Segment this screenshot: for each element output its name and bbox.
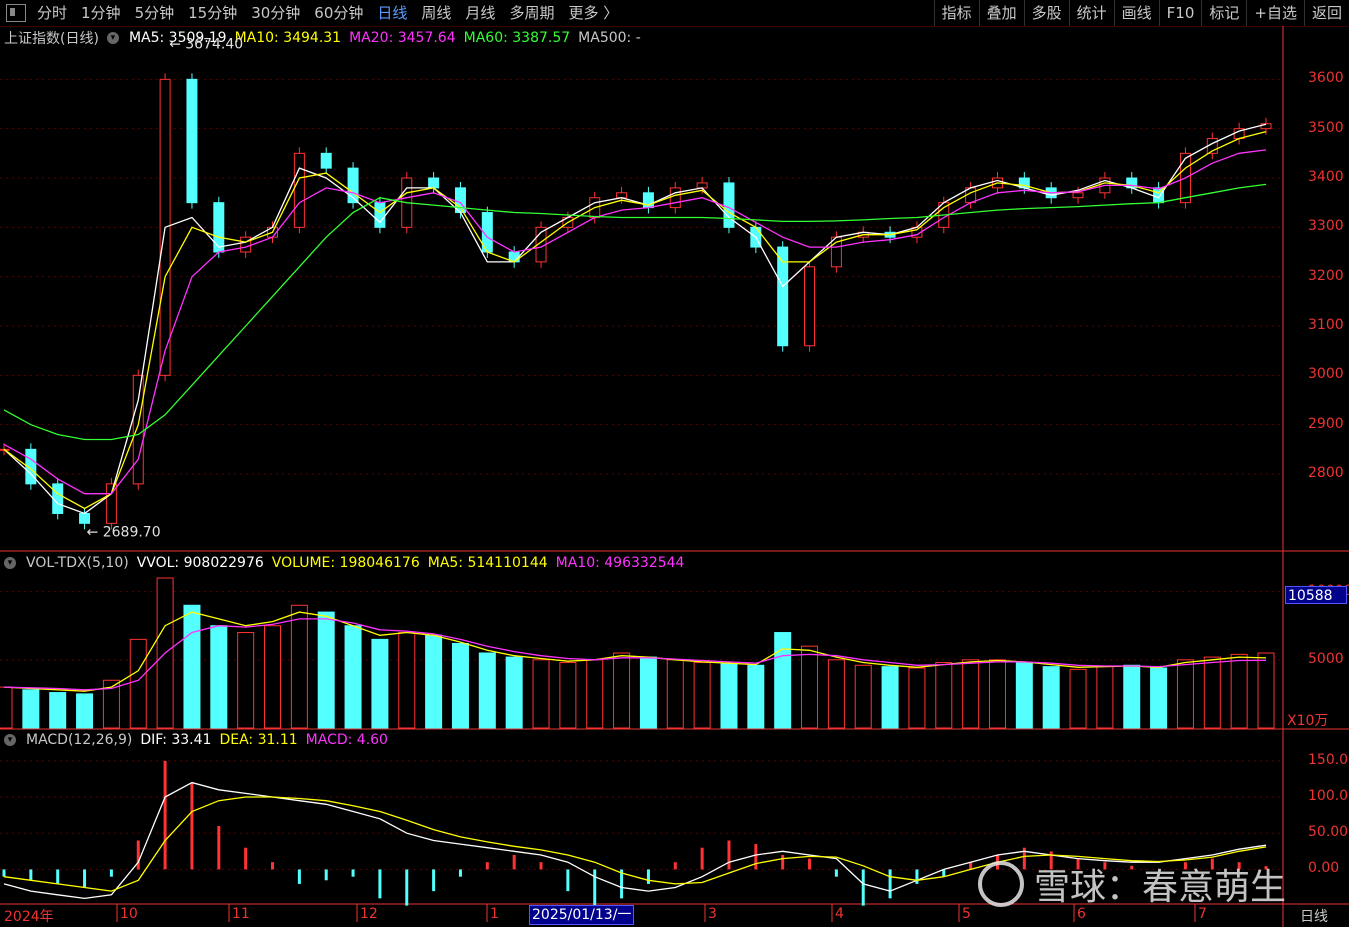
candle-body <box>213 202 225 253</box>
candle-body <box>132 374 144 485</box>
volume-bar <box>639 656 657 729</box>
volume-bar <box>1176 659 1194 729</box>
volume-bar <box>210 625 228 729</box>
volume-bar <box>344 625 362 729</box>
candle-body <box>374 202 386 228</box>
watermark-text: 雪球：春意萌生 <box>1034 867 1287 908</box>
volume-bar <box>908 667 926 729</box>
volume-tick-label: 5000 <box>1308 650 1344 667</box>
volume-bar <box>586 659 604 729</box>
xueqiu-logo-icon <box>978 861 1024 907</box>
volume-bar <box>747 664 765 729</box>
volume-bar <box>505 656 523 729</box>
x-month-label: 4 <box>835 906 844 922</box>
volume-bar <box>1015 662 1033 729</box>
volume-bar <box>1123 664 1141 729</box>
x-month-label: 1 <box>490 906 499 922</box>
x-month-label: 12 <box>360 906 378 922</box>
x-month-label: 3 <box>708 906 717 922</box>
volume-bar <box>478 652 496 729</box>
volume-bar <box>398 632 416 729</box>
price-tick-label: 3100 <box>1308 317 1344 333</box>
volume-bar <box>1257 652 1275 729</box>
volume-bar <box>317 611 335 729</box>
x-month-label: 5 <box>962 906 971 922</box>
volume-bar <box>854 664 872 729</box>
volume-bar <box>237 632 255 729</box>
macd-tick-label: 100.00 <box>1308 788 1349 805</box>
candle-body <box>320 152 332 169</box>
candle-body <box>696 182 708 189</box>
candle-body <box>669 187 681 209</box>
volume-unit: X10万 <box>1287 713 1329 729</box>
price-tick-label: 3400 <box>1308 169 1344 185</box>
volume-bar <box>666 659 684 729</box>
volume-bar <box>183 604 201 729</box>
candle-body <box>293 152 305 228</box>
candle-body <box>616 192 628 199</box>
volume-bar <box>0 686 13 729</box>
volume-bar <box>22 689 40 729</box>
macd-tick-label: 0.00 <box>1308 860 1340 877</box>
candle-body <box>1072 192 1084 199</box>
volume-bar <box>827 659 845 729</box>
volume-bar <box>1203 656 1221 729</box>
volume-readout: 10588 <box>1285 586 1347 604</box>
volume-bar <box>425 634 443 729</box>
volume-bar <box>129 638 147 729</box>
volume-bar <box>774 632 792 729</box>
price-tick-label: 2800 <box>1308 465 1344 481</box>
period-label: 日线 <box>1300 909 1328 925</box>
volume-bar <box>801 645 819 729</box>
volume-bar <box>613 652 631 729</box>
price-tick-label: 3000 <box>1308 366 1344 383</box>
volume-bar <box>1150 667 1168 729</box>
low-annotation: ← 2689.70 <box>87 524 161 540</box>
candle-body <box>52 483 64 514</box>
volume-bar <box>720 663 738 729</box>
volume-bar <box>49 692 67 729</box>
price-ma60-line <box>3 183 1267 441</box>
cursor-date: 2025/01/13/一 <box>529 905 635 925</box>
volume-bar <box>1042 666 1060 729</box>
volume-bar <box>935 662 953 729</box>
volume-bar <box>988 659 1006 729</box>
watermark: 雪球：春意萌生 <box>978 858 1286 910</box>
price-tick-label: 3500 <box>1308 119 1344 136</box>
volume-bar <box>76 693 94 729</box>
volume-bar <box>371 638 389 729</box>
candle-body <box>804 266 816 347</box>
price-tick-label: 3600 <box>1308 70 1344 87</box>
volume-bar <box>451 642 469 729</box>
price-tick-label: 3300 <box>1308 218 1344 235</box>
volume-bar <box>1069 668 1087 729</box>
candle-body <box>240 236 252 253</box>
volume-bar <box>290 604 308 729</box>
price-tick-label: 3200 <box>1308 267 1344 284</box>
volume-bar <box>559 662 577 729</box>
macd-tick-label: 150.00 <box>1308 751 1349 768</box>
candle-body <box>186 78 198 204</box>
macd-tick-label: 50.00 <box>1308 824 1349 841</box>
candle-body <box>428 177 440 189</box>
volume-bar <box>1230 653 1248 729</box>
price-tick-label: 2900 <box>1308 415 1344 432</box>
volume-bar <box>264 625 282 729</box>
volume-bar <box>881 666 899 729</box>
x-year-label: 2024年 <box>4 909 54 925</box>
x-month-label: 10 <box>120 906 138 922</box>
volume-bar <box>1096 666 1114 729</box>
high-annotation: ← 3674.40 <box>169 37 243 53</box>
x-month-label: 11 <box>232 906 250 922</box>
candle-body <box>79 512 91 524</box>
volume-bar <box>532 659 550 729</box>
chart-canvas[interactable]: ← 3674.40 ← 2689.70 <box>0 0 1349 927</box>
volume-bar <box>693 662 711 729</box>
volume-bar <box>962 659 980 729</box>
